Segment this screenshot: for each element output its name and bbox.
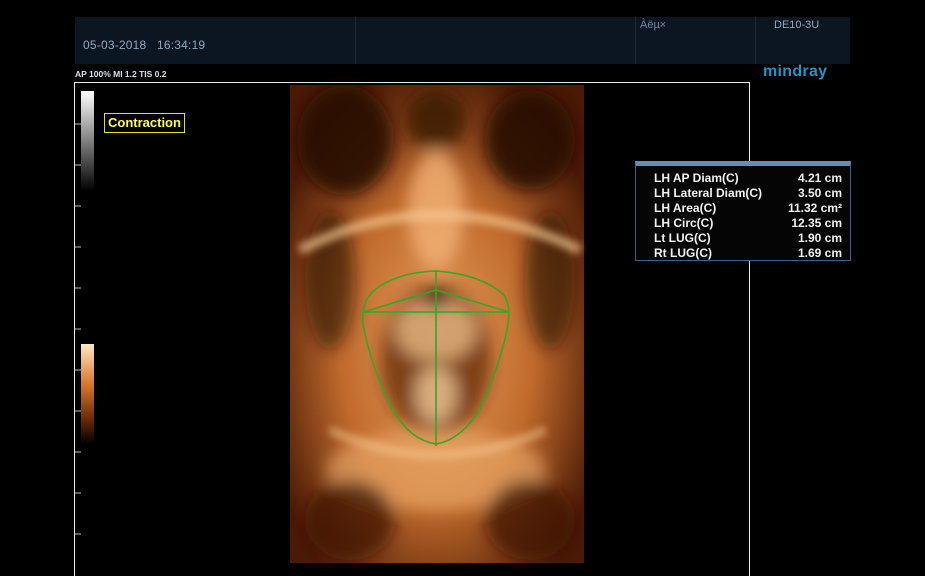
image-frame — [74, 82, 750, 576]
measurement-panel: LH AP Diam(C) 4.21 cm LH Lateral Diam(C)… — [635, 161, 851, 261]
color-map-bar — [81, 344, 94, 444]
measurement-label: Lt LUG(C) — [654, 231, 711, 245]
measurement-value: 4.21 cm — [797, 171, 843, 185]
measurement-row: LH Area(C) 11.32 cm² — [654, 201, 842, 216]
measurement-row: LH Circ(C) 12.35 cm — [654, 216, 842, 231]
grayscale-bar — [81, 91, 94, 191]
measurement-row: Rt LUG(C) 1.69 cm — [654, 246, 842, 261]
measurement-value: 12.35 cm — [791, 216, 843, 230]
measurement-row: LH AP Diam(C) 4.21 cm — [654, 171, 842, 186]
measurement-row: LH Lateral Diam(C) 3.50 cm — [654, 186, 842, 201]
measurement-label: LH Lateral Diam(C) — [654, 186, 763, 200]
measurement-label: LH Area(C) — [654, 201, 717, 215]
measurement-value: 1.90 cm — [797, 231, 843, 245]
measurement-value: 3.50 cm — [797, 186, 843, 200]
measurement-label: LH AP Diam(C) — [654, 171, 739, 185]
measurement-value: 1.69 cm — [797, 246, 843, 260]
measurement-label: Rt LUG(C) — [654, 246, 712, 260]
measurement-label: LH Circ(C) — [654, 216, 714, 230]
measurement-row: Lt LUG(C) 1.90 cm — [654, 231, 842, 246]
measurement-table: LH AP Diam(C) 4.21 cm LH Lateral Diam(C)… — [654, 171, 842, 261]
measurement-value: 11.32 cm² — [787, 201, 843, 215]
image-label: Contraction — [104, 113, 185, 133]
